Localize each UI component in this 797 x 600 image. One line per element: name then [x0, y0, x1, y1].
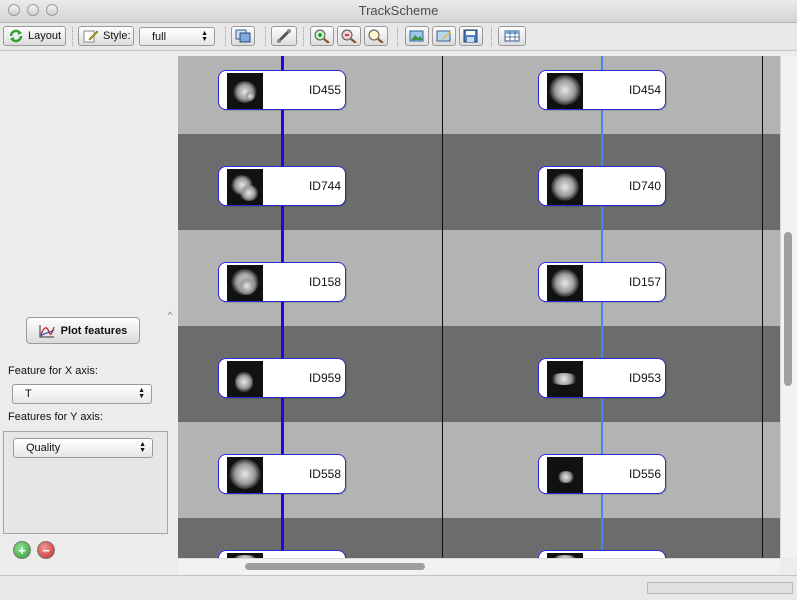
layout-button[interactable]: Layout — [3, 26, 66, 46]
splitter-handle-icon[interactable]: ^ — [168, 310, 172, 320]
table-icon — [504, 29, 520, 43]
plot-features-button[interactable]: Plot features — [26, 317, 140, 344]
spot-id-label: ID455 — [308, 83, 341, 97]
style-label: Style: — [103, 30, 131, 42]
spot-id-label: ID558 — [308, 467, 341, 481]
spot-thumbnail — [547, 265, 583, 301]
select-arrows-icon: ▲ ▼ — [201, 29, 208, 43]
toolbar-separator — [491, 27, 492, 46]
y-axis-label: Features for Y axis: — [8, 411, 103, 423]
save-icon — [463, 29, 479, 43]
spot-thumbnail — [547, 169, 583, 205]
progress-bar — [647, 582, 793, 594]
title-bar: TrackScheme — [0, 0, 797, 23]
toolbar-separator — [72, 27, 73, 46]
plot-features-label: Plot features — [60, 324, 128, 337]
spot-id-label: ID454 — [628, 83, 661, 97]
spot-node[interactable] — [218, 550, 346, 558]
pencil-icon — [83, 29, 99, 43]
vertical-scroll-thumb[interactable] — [784, 232, 792, 386]
spot-node[interactable]: ID953 — [538, 358, 666, 398]
add-feature-button[interactable]: + — [13, 541, 31, 559]
zoom-reset-button[interactable] — [364, 26, 388, 46]
vertical-scrollbar[interactable] — [780, 56, 797, 558]
column-divider — [442, 56, 443, 558]
toolbar: Layout Style: full ▲ ▼ — [0, 23, 797, 51]
zoom-in-icon — [314, 29, 330, 44]
spot-thumbnail — [547, 361, 583, 397]
spot-id-label: ID953 — [628, 371, 661, 385]
y-axis-select[interactable]: Quality ▲ ▼ — [13, 438, 153, 458]
image-export-icon — [409, 29, 425, 43]
spot-id-label: ID556 — [628, 467, 661, 481]
x-axis-select-value: T — [25, 388, 32, 400]
x-axis-label: Feature for X axis: — [8, 365, 98, 377]
spot-thumbnail — [227, 361, 263, 397]
toolbar-separator — [265, 27, 266, 46]
table-view-button[interactable] — [498, 26, 526, 46]
remove-feature-button[interactable]: − — [37, 541, 55, 559]
minus-icon: − — [42, 542, 50, 558]
y-axis-select-value: Quality — [26, 442, 61, 454]
export-image-button[interactable] — [405, 26, 429, 46]
zoom-out-icon — [341, 29, 357, 44]
layout-label: Layout — [28, 30, 62, 42]
select-arrows-icon: ▲ ▼ — [138, 387, 145, 400]
spot-node[interactable]: ID558 — [218, 454, 346, 494]
spot-node[interactable]: ID454 — [538, 70, 666, 110]
capture-button[interactable] — [231, 26, 255, 46]
spot-id-label: ID744 — [308, 179, 341, 193]
spot-node[interactable]: ID158 — [218, 262, 346, 302]
horizontal-scroll-thumb[interactable] — [245, 563, 425, 570]
spot-id-label: ID740 — [628, 179, 661, 193]
toolbar-separator — [397, 27, 398, 46]
spot-node[interactable]: ID455 — [218, 70, 346, 110]
refresh-icon — [8, 29, 24, 43]
chart-icon — [39, 324, 55, 338]
window-title: TrackScheme — [358, 3, 439, 18]
column-divider — [762, 56, 763, 558]
save-button[interactable] — [459, 26, 483, 46]
select-arrows-icon: ▲ ▼ — [139, 441, 146, 454]
spot-thumbnail — [227, 457, 263, 493]
spot-node[interactable]: ID959 — [218, 358, 346, 398]
capture-icon — [235, 29, 251, 43]
spot-node[interactable]: ID744 — [218, 166, 346, 206]
style-select[interactable]: full ▲ ▼ — [139, 27, 215, 46]
spot-id-label: ID158 — [308, 275, 341, 289]
connector-icon — [276, 29, 292, 43]
style-button[interactable]: Style: — [78, 26, 134, 46]
spot-node[interactable]: ID157 — [538, 262, 666, 302]
zoom-in-button[interactable] — [310, 26, 334, 46]
horizontal-scrollbar[interactable] — [178, 558, 780, 574]
x-axis-select[interactable]: T ▲ ▼ — [12, 384, 152, 404]
spot-thumbnail — [547, 73, 583, 109]
link-edges-button[interactable] — [271, 26, 297, 46]
zoom-out-button[interactable] — [337, 26, 361, 46]
spot-thumbnail — [227, 73, 263, 109]
spot-id-label: ID157 — [628, 275, 661, 289]
toolbar-separator — [303, 27, 304, 46]
spot-node[interactable] — [538, 550, 666, 558]
status-bar — [0, 575, 797, 600]
spot-id-label: ID959 — [308, 371, 341, 385]
spot-node[interactable]: ID740 — [538, 166, 666, 206]
export-svg-button[interactable] — [432, 26, 456, 46]
toolbar-separator — [225, 27, 226, 46]
plus-icon: + — [18, 542, 26, 558]
magnifier-icon — [368, 29, 384, 44]
spot-thumbnail — [227, 169, 263, 205]
image-edit-icon — [436, 29, 452, 43]
style-select-value: full — [152, 30, 167, 43]
spot-thumbnail — [547, 457, 583, 493]
trackscheme-graph[interactable]: ID455 ID454 ID744 ID740 ID158 ID157 ID959 ID953… — [178, 56, 780, 558]
spot-thumbnail — [227, 265, 263, 301]
spot-node[interactable]: ID556 — [538, 454, 666, 494]
